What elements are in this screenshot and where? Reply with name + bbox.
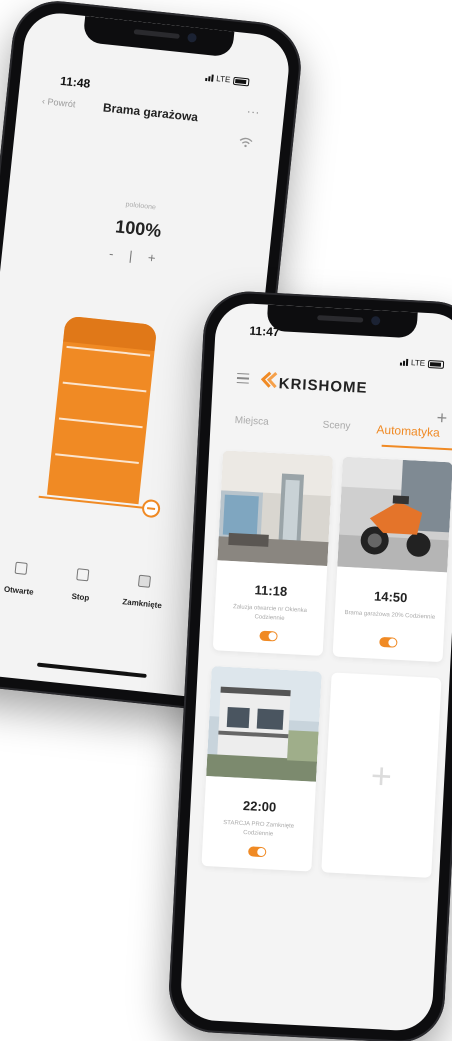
open-icon [14,561,28,575]
garage-motorcycle-photo [337,456,452,573]
house-exterior-photo [206,666,322,782]
nav-bar: ‹ Powrót Brama garażowa ... [16,87,284,148]
card-description: STARCJA PRO Zamknięte Codziennie [223,819,295,838]
more-menu-icon[interactable]: ... [247,101,261,116]
battery-icon [427,359,445,369]
status-indicators: LTE [205,73,250,87]
card-enable-toggle[interactable] [259,630,278,642]
tab-scenes[interactable]: Sceny [322,420,350,432]
tab-places[interactable]: Miejsca [234,415,268,428]
add-icon: + [369,754,393,797]
gate-top-panel [63,315,158,352]
wifi-icon [239,137,253,148]
status-time: 11:48 [59,73,91,91]
close-label: Zamknięte [121,597,163,611]
open-label: Otwarte [3,584,35,597]
active-tab-indicator [381,444,452,451]
tab-automation[interactable]: Automatyka [376,422,440,439]
card-time: 11:18 [254,582,288,599]
app-header: KRISHOME + [212,366,452,428]
card-description: Żaluzja otwarcie nr Okienka Codziennie [232,604,308,622]
network-label: LTE [215,74,231,85]
krishome-logo-icon [260,371,278,389]
card-description: Brama garażowa 20% Codziennie [344,610,436,621]
stop-icon [76,568,90,582]
brand-logo-text: KRISHOME [278,375,368,397]
signal-icon [205,74,214,82]
card-enable-toggle[interactable] [379,636,398,648]
automation-card[interactable]: 14:50 Brama garażowa 20% Codziennie [332,456,452,663]
card-time: 14:50 [373,588,408,606]
status-time: 11:47 [249,323,280,340]
marketing-stage: 11:48 LTE ‹ Powrót Brama garażowa ... po… [0,0,452,1041]
close-icon [137,574,152,588]
gate-slat [55,453,139,465]
open-button[interactable]: Otwarte [0,559,52,601]
home-indicator[interactable] [36,662,147,679]
close-button[interactable]: Zamknięte [111,572,174,614]
room-interior-photo [217,450,334,567]
gate-slat [62,381,147,393]
automation-screen: 11:47 LTE KRISHOME + Miejsca Sceny Autom… [179,301,452,1033]
automation-card[interactable]: 11:18 Żaluzja otwarcie nr Okienka Codzie… [212,450,334,656]
add-automation-card[interactable]: + [321,672,442,878]
page-title: Brama garażowa [102,100,199,125]
gate-drag-handle[interactable] [141,498,161,519]
stop-button[interactable]: Stop [50,566,113,608]
status-indicators: LTE [399,358,445,369]
garage-door-visual [46,315,158,505]
phone-automation: 11:47 LTE KRISHOME + Miejsca Sceny Autom… [166,289,452,1041]
battery-icon [232,76,250,86]
stop-label: Stop [71,591,90,603]
automation-card[interactable]: 22:00 STARCJA PRO Zamknięte Codziennie [201,666,322,872]
hamburger-menu-icon[interactable] [236,373,250,384]
tab-bar: Miejsca Sceny Automatyka [210,414,452,457]
card-enable-toggle[interactable] [247,846,267,858]
notch [82,15,235,58]
notch [266,304,418,339]
network-label: LTE [410,358,426,368]
signal-icon [399,358,409,366]
card-time: 22:00 [242,797,277,815]
gate-slat [58,417,143,429]
